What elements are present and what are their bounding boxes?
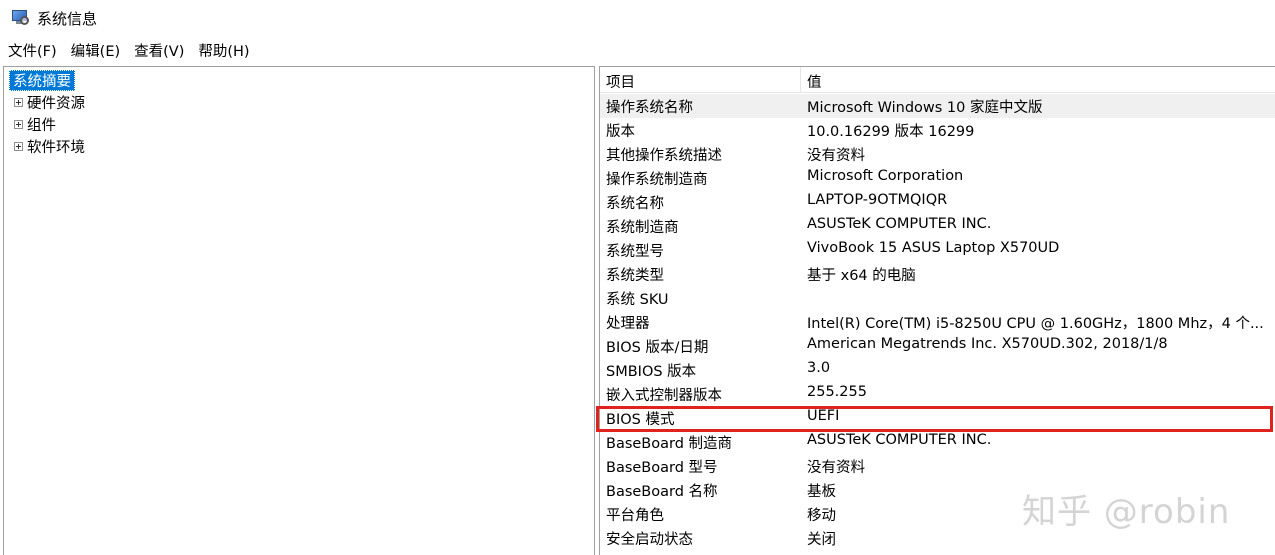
cell-value: 3.0	[807, 360, 831, 376]
cell-value: UEFI	[807, 408, 840, 424]
cell-value: VivoBook 15 ASUS Laptop X570UD	[807, 240, 1060, 256]
table-row[interactable]: BaseBoard 型号 没有资料	[600, 454, 1275, 478]
title-bar: 系统信息	[0, 0, 1275, 36]
cell-value: 255.255	[807, 384, 867, 400]
cell-item: 版本	[606, 124, 635, 140]
tree-item-hardware-resources[interactable]: 硬件资源	[4, 91, 85, 113]
table-row[interactable]: 嵌入式控制器版本 255.255	[600, 382, 1275, 406]
cell-value: 没有资料	[807, 148, 865, 164]
cell-item: BIOS 模式	[606, 412, 675, 428]
details-list[interactable]: 项目 值 操作系统名称 Microsoft Windows 10 家庭中文版版本 1…	[599, 66, 1275, 555]
cell-value: 基于 x64 的电脑	[807, 268, 916, 284]
expand-icon[interactable]	[14, 97, 23, 107]
table-row[interactable]: 版本 10.0.16299 版本 16299	[600, 118, 1275, 142]
cell-item: BaseBoard 制造商	[606, 436, 733, 452]
cell-item: 系统 SKU	[606, 292, 669, 308]
cell-item: 安全启动状态	[606, 532, 693, 548]
table-row[interactable]: 系统类型 基于 x64 的电脑	[600, 262, 1275, 286]
tree-item-system-summary[interactable]: 系统摘要	[9, 70, 75, 91]
cell-item: 系统型号	[606, 244, 664, 260]
cell-value: Intel(R) Core(TM) i5-8250U CPU @ 1.60GHz…	[807, 316, 1264, 332]
cell-value: ASUSTeK COMPUTER INC.	[807, 216, 992, 232]
system-info-icon	[11, 10, 29, 26]
cell-item: 系统制造商	[606, 220, 679, 236]
menu-bar: 文件(F) 编辑(E) 查看(V) 帮助(H)	[0, 38, 264, 62]
cell-item: 其他操作系统描述	[606, 148, 722, 164]
tree-item-components[interactable]: 组件	[4, 113, 56, 135]
table-row[interactable]: 处理器 Intel(R) Core(TM) i5-8250U CPU @ 1.60…	[600, 310, 1275, 334]
table-row[interactable]: 系统 SKU	[600, 286, 1275, 310]
expand-icon[interactable]	[14, 141, 23, 151]
cell-value: 10.0.16299 版本 16299	[807, 124, 975, 140]
window-title: 系统信息	[37, 9, 98, 28]
column-header-item[interactable]: 项目	[606, 71, 635, 92]
list-header: 项目 值	[600, 67, 1275, 93]
tree-item-label: 系统摘要	[13, 74, 71, 90]
table-row[interactable]: 其他操作系统描述 没有资料	[600, 142, 1275, 166]
menu-edit[interactable]: 编辑(E)	[71, 39, 120, 62]
column-header-value[interactable]: 值	[807, 71, 822, 92]
cell-item: BaseBoard 型号	[606, 460, 718, 476]
cell-value: ASUSTeK COMPUTER INC.	[807, 432, 992, 448]
cell-item: 嵌入式控制器版本	[606, 388, 722, 404]
cell-value: Microsoft Corporation	[807, 168, 964, 184]
table-row[interactable]: 系统名称 LAPTOP-9OTMQIQR	[600, 190, 1275, 214]
cell-item: 平台角色	[606, 508, 664, 524]
column-divider[interactable]	[800, 67, 801, 93]
tree-item-software-environment[interactable]: 软件环境	[4, 135, 85, 157]
cell-item: 系统名称	[606, 196, 664, 212]
cell-item: BaseBoard 名称	[606, 484, 718, 500]
table-row[interactable]: 系统型号 VivoBook 15 ASUS Laptop X570UD	[600, 238, 1275, 262]
cell-item: 系统类型	[606, 268, 664, 284]
tree-item-label: 组件	[27, 117, 56, 134]
tree-item-label: 软件环境	[27, 139, 85, 156]
table-row[interactable]: BIOS 版本/日期 American Megatrends Inc. X570U…	[600, 334, 1275, 358]
cell-item: 处理器	[606, 316, 650, 332]
cell-item: BIOS 版本/日期	[606, 340, 709, 356]
watermark: 知乎 @robin	[1022, 492, 1231, 532]
table-row[interactable]: BIOS 模式 UEFI	[600, 406, 1275, 430]
table-row[interactable]: SMBIOS 版本 3.0	[600, 358, 1275, 382]
menu-file[interactable]: 文件(F)	[8, 39, 57, 62]
table-row[interactable]: BaseBoard 制造商 ASUSTeK COMPUTER INC.	[600, 430, 1275, 454]
cell-item: SMBIOS 版本	[606, 364, 697, 380]
cell-value: LAPTOP-9OTMQIQR	[807, 192, 948, 208]
cell-value: 基板	[807, 484, 836, 500]
table-row[interactable]: 操作系统制造商 Microsoft Corporation	[600, 166, 1275, 190]
cell-value: American Megatrends Inc. X570UD.302, 201…	[807, 336, 1168, 352]
cell-item: 操作系统制造商	[606, 172, 708, 188]
cell-value: Microsoft Windows 10 家庭中文版	[807, 100, 1043, 116]
table-row[interactable]: 系统制造商 ASUSTeK COMPUTER INC.	[600, 214, 1275, 238]
menu-view[interactable]: 查看(V)	[134, 39, 184, 62]
list-rows: 操作系统名称 Microsoft Windows 10 家庭中文版版本 10.0.1…	[600, 94, 1275, 550]
cell-item: 操作系统名称	[606, 100, 693, 116]
cell-value: 移动	[807, 508, 836, 524]
menu-help[interactable]: 帮助(H)	[198, 39, 249, 62]
cell-value: 没有资料	[807, 460, 865, 476]
cell-value: 关闭	[807, 532, 836, 548]
tree-item-label: 硬件资源	[27, 95, 85, 112]
expand-icon[interactable]	[14, 119, 23, 129]
table-row[interactable]: 操作系统名称 Microsoft Windows 10 家庭中文版	[600, 94, 1275, 118]
category-tree[interactable]: 系统摘要 硬件资源 组件 软件环境	[3, 66, 595, 555]
